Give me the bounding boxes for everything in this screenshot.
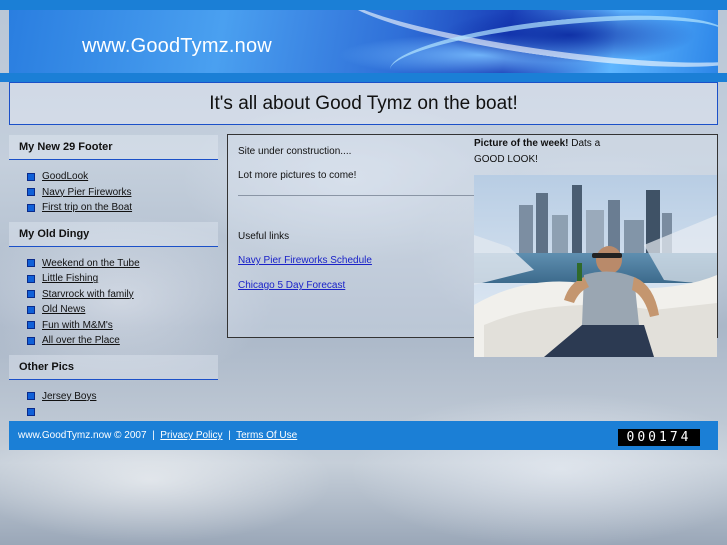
bullet-icon bbox=[27, 172, 35, 181]
bullet-icon bbox=[27, 407, 35, 416]
terms-of-use-link[interactable]: Terms Of Use bbox=[236, 430, 297, 441]
chicago-forecast-link[interactable]: Chicago 5 Day Forecast bbox=[238, 280, 345, 291]
bullet-icon bbox=[27, 290, 35, 299]
picture-of-week-label: Picture of the week! bbox=[474, 138, 569, 149]
sidebar: My New 29 Footer GoodLook Navy Pier Fire… bbox=[9, 135, 218, 426]
copyright-text: www.GoodTymz.now © 2007 bbox=[18, 430, 147, 441]
visitor-counter: 000174 bbox=[618, 429, 700, 446]
sidebar-list: Weekend on the Tube Little Fishing Starv… bbox=[9, 247, 218, 355]
list-item: Weekend on the Tube bbox=[27, 256, 218, 272]
list-item: Jersey Boys bbox=[27, 389, 218, 405]
privacy-policy-link[interactable]: Privacy Policy bbox=[160, 430, 222, 441]
divider bbox=[238, 195, 474, 196]
list-item: Starvrock with family bbox=[27, 287, 218, 303]
sidebar-link-first-trip[interactable]: First trip on the Boat bbox=[42, 202, 132, 213]
tagline: It's all about Good Tymz on the boat! bbox=[9, 82, 718, 125]
top-strip bbox=[0, 0, 727, 10]
list-item: Fun with M&M's bbox=[27, 318, 218, 334]
list-item: All over the Place bbox=[27, 333, 218, 349]
sidebar-link-all-over[interactable]: All over the Place bbox=[42, 335, 120, 346]
bullet-icon bbox=[27, 305, 35, 314]
footer-separator: | bbox=[228, 430, 231, 441]
sidebar-list: GoodLook Navy Pier Fireworks First trip … bbox=[9, 160, 218, 222]
construction-notice: Site under construction.... bbox=[238, 146, 352, 157]
boat-photo-icon bbox=[474, 175, 717, 357]
list-item: Old News bbox=[27, 302, 218, 318]
sidebar-link-navy-pier-fireworks[interactable]: Navy Pier Fireworks bbox=[42, 187, 131, 198]
picture-of-week-photo bbox=[474, 175, 717, 357]
more-pictures-note: Lot more pictures to come! bbox=[238, 170, 357, 181]
sidebar-link-little-fishing[interactable]: Little Fishing bbox=[42, 273, 98, 284]
useful-links-label: Useful links bbox=[238, 231, 290, 242]
header-banner: www.GoodTymz.now bbox=[9, 10, 718, 73]
bullet-icon bbox=[27, 392, 35, 401]
sidebar-link-old-news[interactable]: Old News bbox=[42, 304, 85, 315]
navy-pier-schedule-link[interactable]: Navy Pier Fireworks Schedule bbox=[238, 255, 372, 266]
bullet-icon bbox=[27, 203, 35, 212]
bullet-icon bbox=[27, 188, 35, 197]
sidebar-section-title: Other Pics bbox=[9, 354, 218, 380]
bullet-icon bbox=[27, 321, 35, 330]
header-strip bbox=[0, 73, 727, 82]
list-item: First trip on the Boat bbox=[27, 200, 218, 216]
sidebar-list: Jersey Boys bbox=[9, 380, 218, 426]
sidebar-link-goodlook[interactable]: GoodLook bbox=[42, 171, 88, 182]
sidebar-section-title: My Old Dingy bbox=[9, 221, 218, 247]
footer-links: www.GoodTymz.now © 2007 | Privacy Policy… bbox=[18, 421, 297, 450]
bullet-icon bbox=[27, 259, 35, 268]
sidebar-link-weekend-tube[interactable]: Weekend on the Tube bbox=[42, 258, 140, 269]
bullet-icon bbox=[27, 336, 35, 345]
site-title: www.GoodTymz.now bbox=[82, 35, 272, 57]
sidebar-link-fun-with-mms[interactable]: Fun with M&M's bbox=[42, 320, 113, 331]
sidebar-link-jersey-boys[interactable]: Jersey Boys bbox=[42, 391, 96, 402]
list-item: Navy Pier Fireworks bbox=[27, 185, 218, 201]
footer-separator: | bbox=[152, 430, 155, 441]
list-item: Little Fishing bbox=[27, 271, 218, 287]
sidebar-section-title: My New 29 Footer bbox=[9, 135, 218, 160]
bullet-icon bbox=[27, 274, 35, 283]
sidebar-link-starvrock[interactable]: Starvrock with family bbox=[42, 289, 134, 300]
footer: www.GoodTymz.now © 2007 | Privacy Policy… bbox=[9, 421, 718, 450]
list-item bbox=[27, 404, 218, 420]
list-item: GoodLook bbox=[27, 169, 218, 185]
picture-of-week-caption: Picture of the week! Dats a GOOD LOOK! bbox=[474, 136, 624, 168]
